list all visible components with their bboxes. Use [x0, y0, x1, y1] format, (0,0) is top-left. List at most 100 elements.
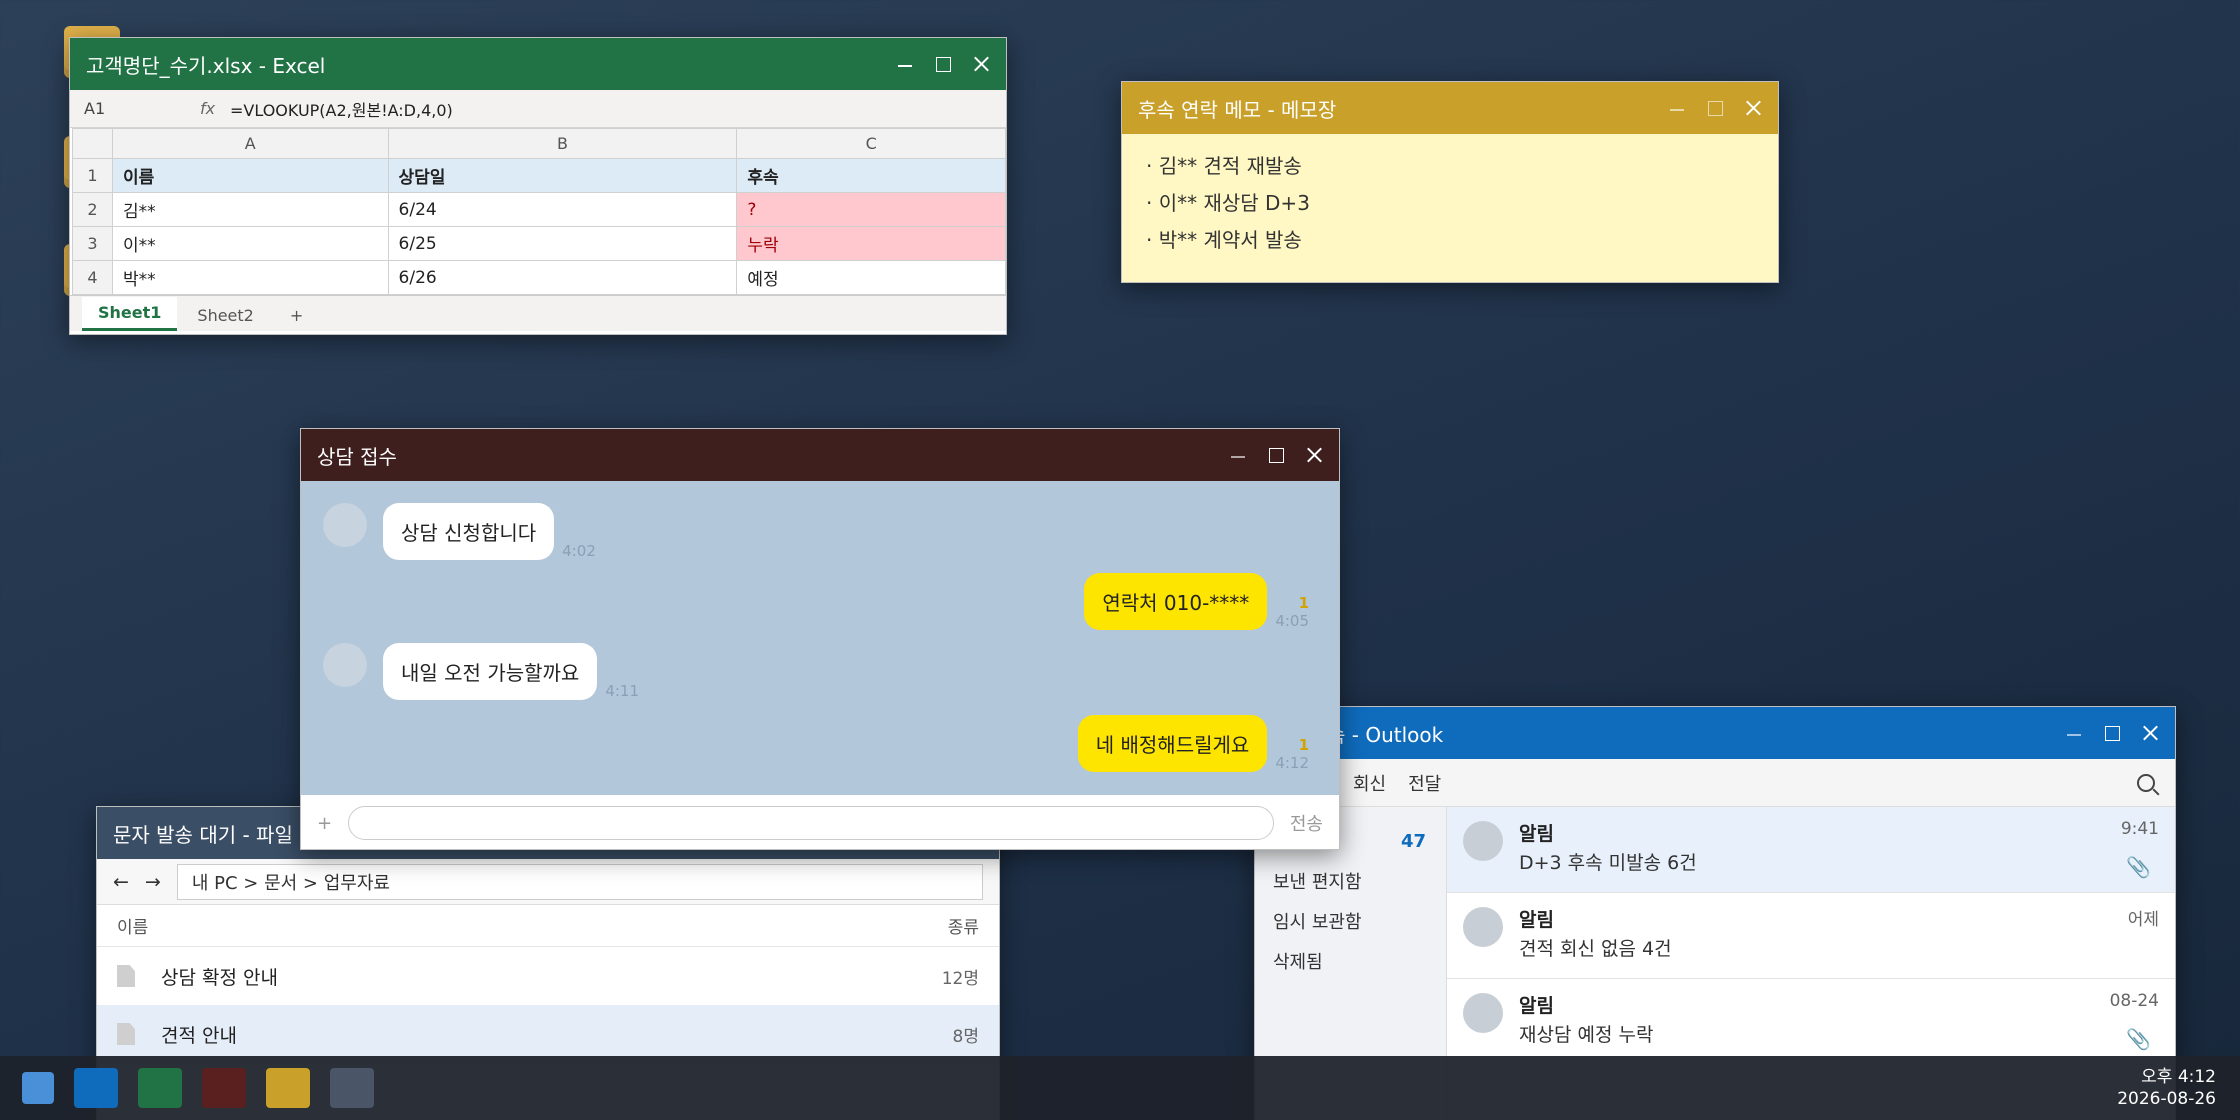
column-name[interactable]: 이름	[117, 913, 948, 938]
message-item[interactable]: 알림 재상담 예정 누락 08-24 📎	[1447, 979, 2175, 1065]
tab-sheet2[interactable]: Sheet2	[181, 300, 269, 331]
clock-date: 2026-08-26	[2117, 1089, 2216, 1109]
cell[interactable]: 이름	[112, 158, 389, 193]
close-icon[interactable]	[1305, 446, 1323, 464]
window-title: 후속 연락 메모 - 메모장	[1138, 97, 1337, 122]
message-bubble[interactable]: 내일 오전 가능할까요	[383, 643, 598, 700]
cell[interactable]: 박**	[112, 260, 389, 295]
attach-button[interactable]: +	[317, 813, 332, 834]
message-bubble[interactable]: 네 배정해드릴게요	[1077, 715, 1268, 772]
maximize-icon[interactable]	[2103, 724, 2121, 742]
chat-input-bar: + 전송	[301, 795, 1339, 849]
cell-flagged[interactable]: 누락	[736, 226, 1006, 261]
cell[interactable]: 6/26	[387, 260, 738, 295]
avatar[interactable]	[323, 503, 367, 547]
column-header-c[interactable]: C	[736, 128, 1006, 159]
message-item[interactable]: 알림 견적 회신 없음 4건 어제	[1447, 893, 2175, 979]
outlook-titlebar[interactable]: 속 - Outlook	[1255, 707, 2175, 759]
folder-label: 삭제됨	[1273, 952, 1323, 973]
start-icon[interactable]	[22, 1072, 54, 1104]
message-incoming: 내일 오전 가능할까요 4:11	[323, 643, 647, 700]
folder-deleted[interactable]: 삭제됨	[1255, 941, 1446, 981]
list-item[interactable]: 상담 확정 안내 12명	[97, 947, 999, 1005]
taskbar-messenger-icon[interactable]	[202, 1068, 246, 1108]
fx-icon[interactable]: fx	[200, 99, 230, 118]
message-outgoing: 1 4:12 네 배정해드릴게요	[1077, 715, 1317, 772]
name-box[interactable]: A1	[70, 99, 200, 118]
column-type[interactable]: 종류	[948, 913, 979, 938]
search-icon[interactable]	[2137, 773, 2155, 792]
close-icon[interactable]	[2141, 724, 2159, 742]
avatar[interactable]	[323, 643, 367, 687]
forward-button[interactable]: →	[145, 871, 161, 893]
unread-count-badge: 47	[1400, 830, 1426, 852]
forward-button[interactable]: 전달	[1408, 770, 1441, 796]
tab-sheet1[interactable]: Sheet1	[82, 297, 178, 331]
maximize-icon[interactable]	[1267, 446, 1285, 464]
send-button[interactable]: 전송	[1290, 810, 1323, 836]
notepad-titlebar[interactable]: 후속 연락 메모 - 메모장	[1122, 82, 1778, 134]
minimize-icon[interactable]	[896, 55, 914, 73]
message-bubble[interactable]: 연락처 010-****	[1084, 573, 1268, 630]
row-number[interactable]: 2	[72, 192, 113, 227]
unread-count: 1	[1298, 736, 1309, 754]
add-sheet-button[interactable]: +	[274, 300, 319, 331]
row-number[interactable]: 3	[72, 226, 113, 261]
message-subject: 견적 회신 없음 4건	[1519, 938, 1672, 960]
cell[interactable]: 6/25	[387, 226, 738, 261]
maximize-icon[interactable]	[934, 55, 952, 73]
chat-history: 상담 신청합니다 4:02 1 4:05 연락처 010-**** 내일 오전 …	[301, 481, 1339, 795]
excel-titlebar[interactable]: 고객명단_수기.xlsx - Excel	[70, 38, 1006, 90]
column-header-a[interactable]: A	[112, 128, 389, 159]
column-header-b[interactable]: B	[387, 128, 738, 159]
row-number[interactable]: 1	[72, 158, 113, 193]
cell[interactable]: 김**	[112, 192, 389, 227]
taskbar-outlook-icon[interactable]	[74, 1068, 118, 1108]
messenger-titlebar[interactable]: 상담 접수	[301, 429, 1339, 481]
taskbar-notepad-icon[interactable]	[266, 1068, 310, 1108]
cell-flagged[interactable]: ?	[736, 192, 1006, 227]
cell[interactable]: 상담일	[387, 158, 738, 193]
system-clock[interactable]: 오후 4:12 2026-08-26	[2117, 1066, 2216, 1110]
cell[interactable]: 후속	[736, 158, 1006, 193]
excel-window: 고객명단_수기.xlsx - Excel A1 fx =VLOOKUP(A2,원…	[69, 37, 1007, 335]
message-time: 4:02	[562, 542, 596, 560]
cell[interactable]: 6/24	[387, 192, 738, 227]
cell[interactable]: 예정	[736, 260, 1006, 295]
file-count: 8명	[952, 1026, 979, 1047]
reply-button[interactable]: 회신	[1353, 770, 1386, 796]
folder-label: 임시 보관함	[1273, 912, 1362, 933]
message-incoming: 상담 신청합니다 4:02	[323, 503, 604, 560]
clock-time: 오후 4:12	[2141, 1067, 2216, 1087]
cell[interactable]: 이**	[112, 226, 389, 261]
close-icon[interactable]	[1744, 99, 1762, 117]
file-name: 견적 안내	[161, 1024, 237, 1047]
path-input[interactable]: 내 PC > 문서 > 업무자료	[176, 863, 983, 900]
formula-input[interactable]: =VLOOKUP(A2,원본!A:D,4,0)	[230, 97, 453, 121]
column-headers: 이름 종류	[97, 905, 999, 947]
paperclip-icon: 📎	[2126, 855, 2151, 879]
taskbar-excel-icon[interactable]	[138, 1068, 182, 1108]
list-item[interactable]: 견적 안내 8명	[97, 1005, 999, 1063]
minimize-icon[interactable]	[1229, 446, 1247, 464]
taskbar-explorer-icon[interactable]	[330, 1068, 374, 1108]
minimize-icon[interactable]	[2065, 724, 2083, 742]
unread-count: 1	[1298, 594, 1309, 612]
select-all-corner[interactable]	[72, 128, 113, 159]
row-number[interactable]: 4	[72, 260, 113, 295]
folder-drafts[interactable]: 임시 보관함	[1255, 901, 1446, 941]
message-sender: 알림	[1519, 823, 1554, 845]
back-button[interactable]: ←	[113, 871, 129, 893]
folder-sent[interactable]: 보낸 편지함	[1255, 861, 1446, 901]
message-time: 4:05	[1275, 612, 1309, 630]
maximize-icon[interactable]	[1706, 99, 1724, 117]
message-item[interactable]: 알림 D+3 후속 미발송 6건 9:41 📎	[1447, 807, 2175, 893]
file-icon	[117, 965, 135, 987]
table-row: 1 이름 상담일 후속	[72, 158, 1006, 193]
file-count: 12명	[941, 968, 979, 989]
message-input[interactable]	[348, 806, 1274, 840]
message-bubble[interactable]: 상담 신청합니다	[383, 503, 555, 560]
minimize-icon[interactable]	[1668, 99, 1686, 117]
close-icon[interactable]	[972, 55, 990, 73]
notepad-text-area[interactable]: · 김** 견적 재발송 · 이** 재상담 D+3 · 박** 계약서 발송	[1122, 134, 1778, 282]
